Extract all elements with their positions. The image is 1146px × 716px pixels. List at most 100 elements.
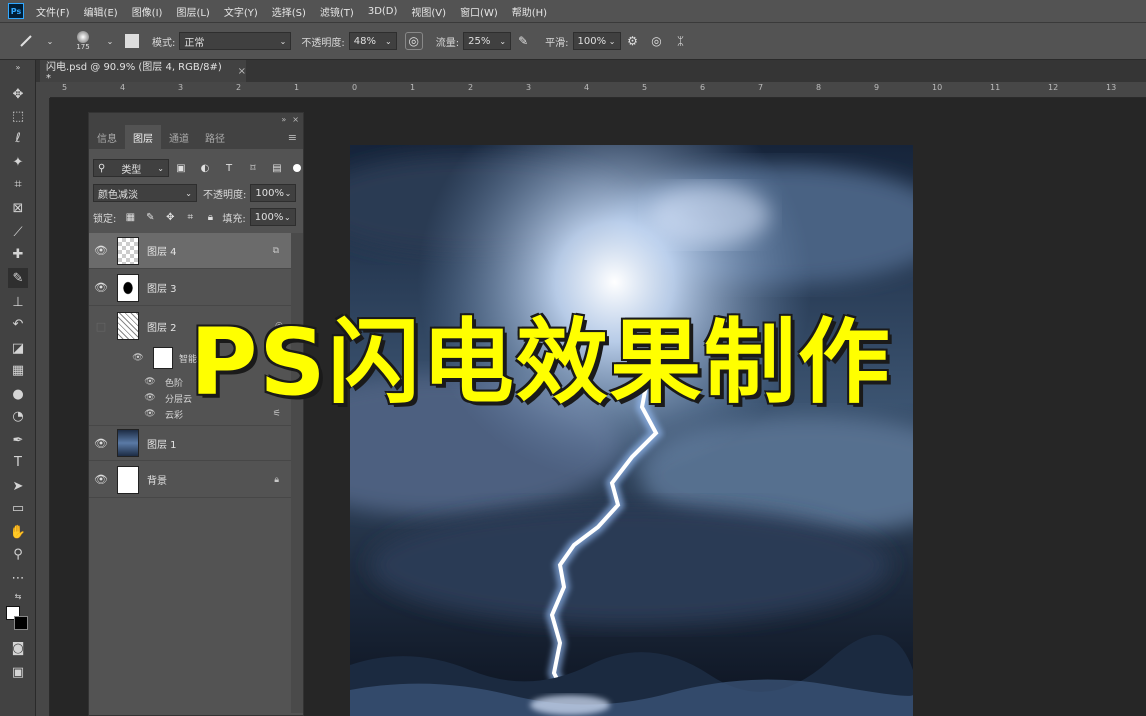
filter-shape-icon[interactable]: ⌑ [244, 159, 262, 177]
stamp-tool-icon[interactable]: ⊥ [8, 292, 28, 312]
dodge-tool-icon[interactable]: ◔ [8, 406, 28, 426]
hand-tool-icon[interactable]: ✋ [8, 522, 28, 542]
lock-transparent-icon[interactable]: ▦ [121, 208, 139, 226]
menu-help[interactable]: 帮助(H) [512, 4, 547, 19]
lock-image-icon[interactable]: ✎ [141, 208, 159, 226]
ruler-tick: 13 [1106, 83, 1117, 92]
close-icon[interactable]: × [292, 115, 299, 124]
menu-filter[interactable]: 滤镜(T) [320, 4, 354, 19]
brush-tool-icon[interactable]: ✎ [8, 268, 28, 288]
document-canvas-image[interactable] [350, 145, 913, 716]
menu-select[interactable]: 选择(S) [272, 4, 306, 19]
marquee-tool-icon[interactable]: ⬚ [8, 106, 28, 126]
tab-info[interactable]: 信息 [89, 125, 125, 149]
eye-icon[interactable]: 👁︎ [89, 437, 113, 450]
layer-row[interactable]: 👁︎ 图层 4 ⧉ [89, 233, 291, 269]
lasso-tool-icon[interactable]: ℓ [8, 128, 28, 148]
tab-channels[interactable]: 通道 [161, 125, 197, 149]
pressure-opacity-icon[interactable]: ◎ [404, 32, 423, 50]
pen-tool-icon[interactable]: ✒ [8, 430, 28, 450]
document-tab[interactable]: 闪电.psd @ 90.9% (图层 4, RGB/8#) * × [40, 60, 246, 84]
blur-tool-icon[interactable]: ● [8, 384, 28, 404]
zoom-tool-icon[interactable]: ⚲ [8, 544, 28, 564]
lock-artboard-icon[interactable]: ⌗ [181, 208, 199, 226]
flow-input[interactable]: 25% ⌄ [463, 32, 512, 50]
ruler-tick: 5 [642, 83, 648, 92]
move-tool-icon[interactable]: ✥ [8, 84, 28, 104]
eye-icon[interactable]: 👁︎ [129, 353, 147, 363]
ruler-tick: 4 [120, 83, 126, 92]
menu-view[interactable]: 视图(V) [411, 4, 446, 19]
layer-filter-select[interactable]: ⚲ 类型 ⌄ [93, 159, 169, 177]
layer-row[interactable]: 👁︎ 图层 3 [89, 270, 291, 306]
menu-file[interactable]: 文件(F) [36, 4, 70, 19]
mode-value: 正常 [184, 37, 205, 49]
eye-icon[interactable]: 👁︎ [89, 244, 113, 257]
panel-scrollbar[interactable] [291, 233, 303, 713]
filter-smart-object-icon[interactable]: ▤ [268, 159, 286, 177]
eye-icon[interactable]: 👁︎ [141, 393, 159, 403]
gradient-tool-icon[interactable]: ▦ [8, 360, 28, 380]
mode-select[interactable]: 正常 ⌄ [179, 32, 292, 50]
filter-type-icon[interactable]: T [220, 159, 238, 177]
eye-icon[interactable]: 👁︎ [89, 281, 113, 294]
type-tool-icon[interactable]: T [8, 452, 28, 472]
more-tools-icon[interactable]: ⋯ [8, 568, 28, 588]
eye-icon[interactable]: 👁︎ [89, 473, 113, 486]
lock-position-icon[interactable]: ✥ [161, 208, 179, 226]
screen-mode-icon[interactable]: ▣ [8, 662, 28, 682]
chevron-down-icon[interactable]: ⌄ [41, 32, 59, 50]
lock-all-icon[interactable]: 🔒︎ [201, 208, 219, 226]
path-selection-icon[interactable]: ➤ [8, 476, 28, 496]
menu-layer[interactable]: 图层(L) [176, 4, 209, 19]
frame-tool-icon[interactable]: ⊠ [8, 198, 28, 218]
brush-tool-icon[interactable] [17, 32, 35, 50]
layer-thumbnail [117, 429, 139, 457]
menu-image[interactable]: 图像(I) [132, 4, 163, 19]
swap-colors-icon[interactable]: ⇆ [8, 586, 28, 606]
ruler-tick: 1 [410, 83, 416, 92]
eye-icon[interactable]: 👁︎ [141, 377, 159, 387]
filter-adjustment-icon[interactable]: ◐ [196, 159, 214, 177]
panel-collapse-icon[interactable]: » [8, 62, 28, 72]
gear-icon[interactable]: ⚙ [624, 32, 642, 50]
panel-menu-icon[interactable]: ≡ [288, 131, 297, 144]
fill-input[interactable]: 100% ⌄ [249, 208, 296, 226]
filter-toggle-icon[interactable] [293, 164, 301, 172]
menu-window[interactable]: 窗口(W) [460, 4, 498, 19]
airbrush-icon[interactable]: ✎ [514, 32, 532, 50]
smoothing-input[interactable]: 100% ⌄ [572, 32, 621, 50]
healing-brush-icon[interactable]: ✚ [8, 244, 28, 264]
quick-mask-icon[interactable]: ◙ [8, 638, 28, 658]
layer-row[interactable]: 👁︎ 图层 1 [89, 425, 291, 461]
magic-wand-icon[interactable]: ✦ [8, 152, 28, 172]
menu-type[interactable]: 文字(Y) [224, 4, 258, 19]
background-color-swatch[interactable] [14, 616, 28, 630]
brush-settings-icon[interactable] [125, 34, 139, 48]
panel-collapse-icon[interactable]: » [281, 115, 286, 124]
layer-thumbnail [117, 465, 139, 494]
blend-mode-select[interactable]: 颜色减淡 ⌄ [93, 184, 197, 202]
ruler-tick: 3 [526, 83, 532, 92]
menu-edit[interactable]: 编辑(E) [84, 4, 118, 19]
symmetry-icon[interactable]: ᛯ [672, 32, 690, 50]
brush-preset-picker[interactable]: 175 [68, 26, 98, 56]
opacity-input[interactable]: 48% ⌄ [348, 32, 397, 50]
crop-tool-icon[interactable]: ⌗ [8, 174, 28, 194]
menu-3d[interactable]: 3D(D) [368, 6, 398, 17]
history-brush-icon[interactable]: ↶ [8, 314, 28, 334]
tab-paths[interactable]: 路径 [197, 125, 233, 149]
tab-layers[interactable]: 图层 [125, 125, 161, 149]
eyedropper-icon[interactable]: ⟋ [8, 222, 28, 242]
filter-pixel-icon[interactable]: ▣ [172, 159, 190, 177]
pressure-size-icon[interactable]: ◎ [648, 32, 666, 50]
eye-icon[interactable]: 👁︎ [141, 409, 159, 419]
chevron-down-icon[interactable]: ⌄ [101, 32, 119, 50]
layer-row[interactable]: 👁︎ 背景 🔒︎ [89, 462, 291, 498]
layer-opacity-input[interactable]: 100% ⌄ [250, 184, 297, 202]
close-icon[interactable]: × [238, 66, 246, 77]
eye-visibility-off-icon[interactable]: □ [89, 320, 113, 333]
eraser-tool-icon[interactable]: ◪ [8, 338, 28, 358]
ruler-tick: 0 [352, 83, 358, 92]
shape-tool-icon[interactable]: ▭ [8, 498, 28, 518]
